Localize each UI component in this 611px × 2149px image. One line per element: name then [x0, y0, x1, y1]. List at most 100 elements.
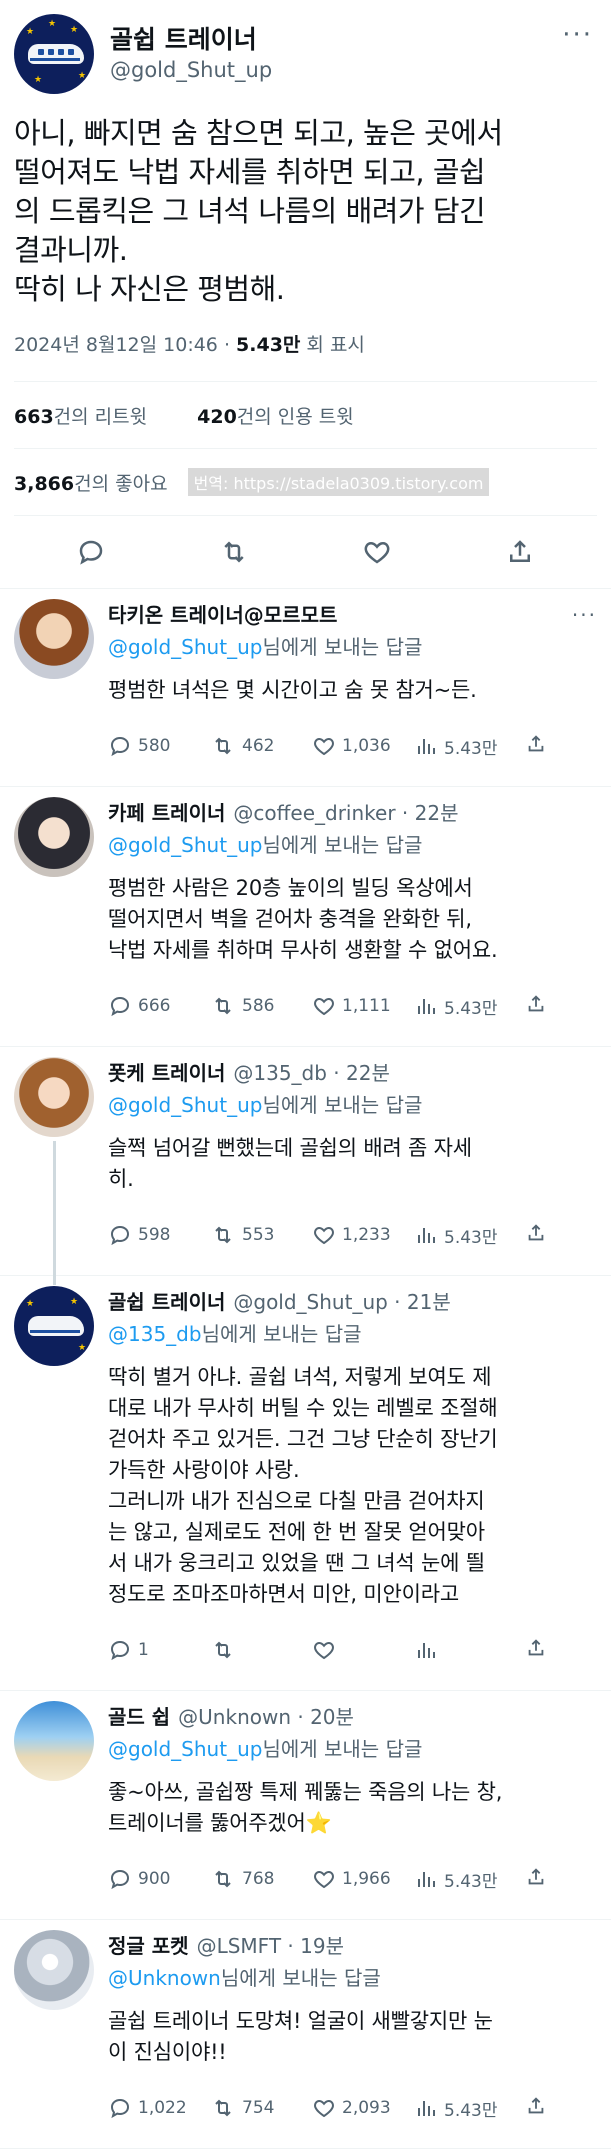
like-label: 건의 좋아요 [74, 472, 168, 495]
reply-button[interactable]: 1,022 [108, 2096, 210, 2120]
share-icon [509, 540, 530, 562]
like-button[interactable]: 1,233 [312, 1223, 414, 1247]
replying-to: @gold_Shut_up님에게 보내는 답글 [108, 1733, 597, 1765]
views-button[interactable]: 5.43만 [414, 1867, 516, 1892]
like-count: 1,036 [342, 736, 391, 756]
reply-tweet[interactable]: 정글 포켓 @LSMFT · 19분 @Unknown님에게 보내는 답글 골쉽… [0, 1920, 611, 2148]
reply-button[interactable]: 900 [108, 1867, 210, 1891]
star-icon: ★ [26, 27, 35, 37]
display-name[interactable]: 골쉽 트레이너 [110, 24, 562, 56]
reply-display-name[interactable]: 폿케 트레이너 [108, 1059, 225, 1087]
reply-handle[interactable]: @LSMFT · 19분 [197, 1932, 344, 1960]
like-button[interactable]: 1,111 [312, 994, 414, 1018]
share-button[interactable] [525, 2095, 547, 2122]
reply-to-suffix: 님에게 보내는 답글 [201, 1322, 362, 1346]
avatar[interactable] [14, 1701, 94, 1781]
reply-display-name[interactable]: 골쉽 트레이너 [108, 1288, 225, 1316]
reply-to-mention[interactable]: @gold_Shut_up [108, 1737, 262, 1761]
like-button[interactable]: 2,093 [312, 2096, 414, 2120]
avatar[interactable] [14, 1930, 94, 2010]
more-options-icon[interactable]: ··· [572, 601, 597, 629]
like-count: 3,866 [14, 472, 75, 495]
reply-display-name[interactable]: 카페 트레이너 [108, 799, 225, 827]
heart-icon [314, 737, 334, 756]
thread-line [53, 1141, 56, 1285]
share-button[interactable] [525, 993, 547, 1020]
view-count: 5.43만 [444, 1227, 498, 1248]
quote-stat[interactable]: 420건의 인용 트윗 [197, 402, 354, 429]
views-button[interactable]: 5.43만 [414, 1223, 516, 1248]
like-stat[interactable]: 3,866건의 좋아요 [14, 469, 168, 496]
stats-row-shares: 663건의 리트윗 420건의 인용 트윗 [0, 382, 611, 448]
heart-icon [364, 541, 390, 564]
star-icon: ★ [34, 75, 43, 85]
view-count: 5.43만 [444, 1871, 498, 1892]
share-button[interactable] [525, 733, 547, 760]
star-icon: ★ [48, 19, 57, 29]
reply-tweet[interactable]: 골드 쉽 @Unknown · 20분 @gold_Shut_up님에게 보내는… [0, 1691, 611, 1919]
retweet-button[interactable]: 553 [210, 1223, 312, 1247]
reply-button[interactable]: 598 [108, 1223, 210, 1247]
reply-text: 평범한 사람은 20층 높이의 빌딩 옥상에서 떨어지면서 벽을 걷어차 충격을… [108, 876, 498, 962]
meta-dot: · [217, 334, 237, 356]
views-button[interactable]: 5.43만 [414, 994, 516, 1019]
reply-handle[interactable]: @Unknown · 20분 [178, 1703, 354, 1731]
reply-button[interactable] [73, 534, 109, 570]
reply-to-mention[interactable]: @gold_Shut_up [108, 1093, 262, 1117]
avatar[interactable] [14, 1057, 94, 1137]
reply-tweet[interactable]: 타키온 트레이너@모르모트 ··· @gold_Shut_up님에게 보내는 답… [0, 589, 611, 786]
train-stripe [30, 1330, 80, 1333]
share-icon [528, 1638, 544, 1655]
reply-to-mention[interactable]: @gold_Shut_up [108, 635, 262, 659]
star-icon: ★ [26, 1299, 35, 1309]
share-button[interactable] [502, 534, 538, 570]
retweet-stat[interactable]: 663건의 리트윗 [14, 402, 147, 429]
reply-tweet[interactable]: ★ ★ ★ 골쉽 트레이너 @gold_Shut_up · 21분 @135_db님… [0, 1276, 611, 1690]
avatar[interactable] [14, 599, 94, 679]
handle[interactable]: @gold_Shut_up [110, 56, 562, 84]
reply-tweet[interactable]: 카페 트레이너 @coffee_drinker · 22분 @gold_Shut… [0, 787, 611, 1046]
like-button[interactable]: 1,036 [312, 734, 414, 758]
reply-button[interactable]: 1 [108, 1638, 210, 1662]
retweet-button[interactable]: 462 [210, 734, 312, 758]
views-button[interactable]: 5.43만 [414, 734, 516, 759]
reply-display-name[interactable]: 타키온 트레이너@모르모트 [108, 601, 337, 629]
reply-display-name[interactable]: 정글 포켓 [108, 1932, 189, 1960]
views-button[interactable]: 5.43만 [414, 2096, 516, 2121]
view-count: 5.43만 [444, 2100, 498, 2121]
avatar[interactable]: ★ ★ ★ [14, 1286, 94, 1366]
reply-action-bar: 1 [108, 1632, 597, 1668]
like-button[interactable]: 1,966 [312, 1867, 414, 1891]
share-button[interactable] [525, 1866, 547, 1893]
reply-tweet[interactable]: 폿케 트레이너 @135_db · 22분 @gold_Shut_up님에게 보… [0, 1047, 611, 1285]
reply-handle[interactable]: @135_db · 22분 [233, 1059, 390, 1087]
reply-to-mention[interactable]: @Unknown [108, 1966, 221, 1990]
reply-button[interactable]: 666 [108, 994, 210, 1018]
retweet-button[interactable] [216, 534, 252, 570]
avatar[interactable] [14, 797, 94, 877]
reply-display-name[interactable]: 골드 쉽 [108, 1703, 170, 1731]
retweet-count: 663 [14, 405, 54, 428]
reply-handle[interactable]: @coffee_drinker · 22분 [233, 799, 458, 827]
reply-button[interactable]: 580 [108, 734, 210, 758]
retweet-icon [224, 541, 244, 563]
retweet-icon [215, 997, 231, 1015]
more-options-icon[interactable]: ··· [562, 20, 593, 50]
reply-icon [80, 540, 103, 565]
views-button[interactable] [414, 1638, 516, 1662]
retweet-button[interactable]: 768 [210, 1867, 312, 1891]
tweet-text: 아니, 빠지면 숨 참으면 되고, 높은 곳에서 떨어져도 낙법 자세를 취하면… [14, 116, 503, 306]
reply-to-mention[interactable]: @135_db [108, 1322, 202, 1346]
reply-handle[interactable]: @gold_Shut_up · 21분 [233, 1288, 450, 1316]
retweet-button[interactable] [210, 1638, 312, 1662]
share-icon [528, 734, 544, 751]
retweet-button[interactable]: 754 [210, 2096, 312, 2120]
avatar[interactable]: ★ ★ ★ ★ ★ [14, 14, 94, 94]
reply-to-mention[interactable]: @gold_Shut_up [108, 833, 262, 857]
timestamp[interactable]: 2024년 8월12일 10:46 [14, 334, 218, 356]
retweet-button[interactable]: 586 [210, 994, 312, 1018]
share-button[interactable] [525, 1637, 547, 1664]
like-button[interactable] [312, 1638, 414, 1662]
share-button[interactable] [525, 1222, 547, 1249]
like-button[interactable] [359, 534, 395, 570]
